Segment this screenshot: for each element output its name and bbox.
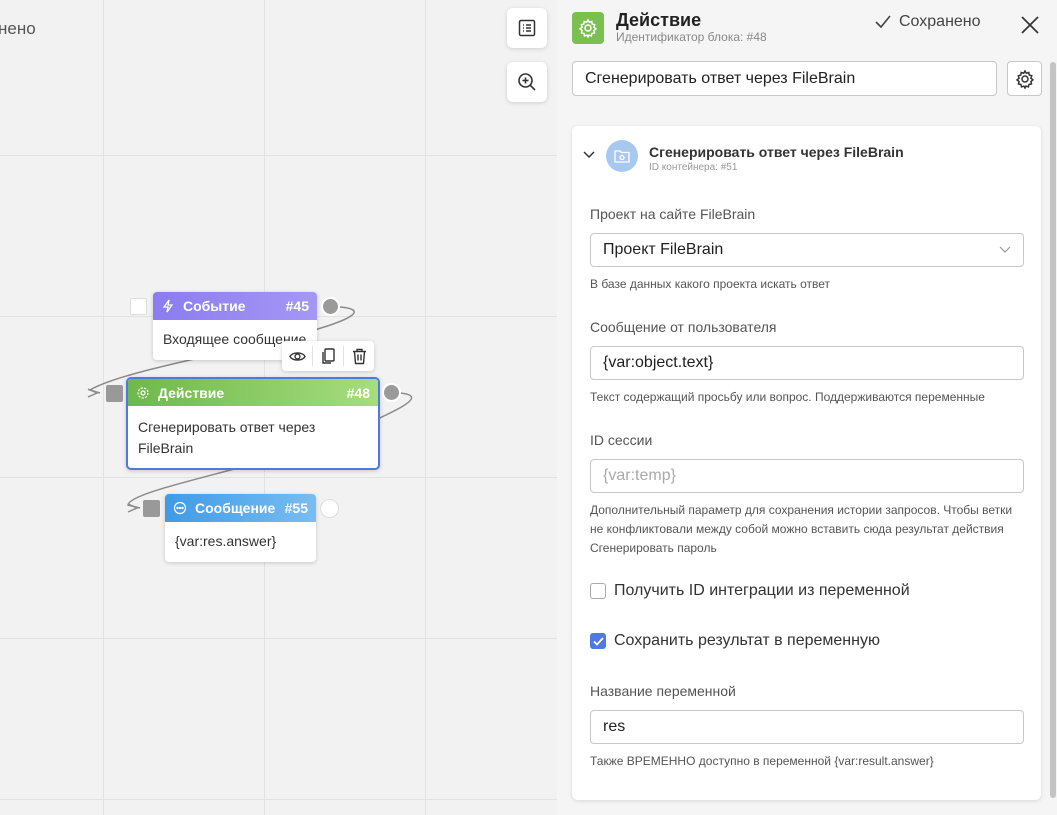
session-input[interactable]: {var:temp} — [590, 459, 1024, 493]
message-label: Сообщение от пользователя — [590, 319, 777, 335]
checkmark-icon — [875, 15, 891, 29]
integration-checkbox-row[interactable]: Получить ID интеграции из переменной — [590, 582, 910, 600]
checkmark-icon — [592, 636, 604, 646]
folder-camera-icon — [606, 140, 638, 172]
chat-bubble-icon — [173, 501, 187, 515]
gear-icon — [1015, 69, 1034, 89]
close-panel-button[interactable] — [1018, 13, 1042, 37]
session-hint: Дополнительный параметр для сохранения и… — [590, 503, 1013, 555]
event-output-port[interactable] — [321, 297, 340, 316]
message-input[interactable]: {var:object.text} — [590, 346, 1024, 380]
var-name-label: Название переменной — [590, 683, 736, 699]
block-settings-button[interactable] — [1007, 61, 1042, 96]
lightning-icon — [161, 299, 175, 313]
save-result-checkbox-row[interactable]: Сохранить результат в переменную — [590, 632, 880, 650]
copy-button[interactable] — [313, 341, 343, 371]
preview-button[interactable] — [282, 341, 312, 371]
session-label: ID сессии — [590, 432, 653, 448]
close-icon — [1021, 16, 1039, 34]
action-gear-icon — [572, 12, 604, 44]
project-label: Проект на сайте FileBrain — [590, 206, 756, 222]
event-node-header: Событие #45 — [153, 292, 317, 320]
project-select-value: Проект FileBrain — [603, 241, 724, 258]
action-node-title: Действие — [158, 384, 225, 401]
block-title-input[interactable]: Сгенерировать ответ через FileBrain — [572, 61, 997, 96]
message-node[interactable]: Сообщение #55 {var:res.answer} — [165, 494, 316, 562]
integration-checkbox-label: Получить ID интеграции из переменной — [614, 582, 910, 599]
event-node-title: Событие — [183, 298, 246, 314]
node-toolbar — [282, 341, 374, 371]
gear-icon — [136, 386, 150, 400]
chevron-down-icon — [999, 246, 1011, 254]
var-name-hint: Также ВРЕМЕННО доступно в переменной {va… — [590, 754, 934, 768]
message-node-id: #55 — [284, 500, 308, 516]
panel-title: Действие — [616, 10, 702, 30]
message-node-body: {var:res.answer} — [175, 533, 277, 549]
panel-scrollbar[interactable] — [1050, 62, 1056, 798]
container-id: ID контейнера: #51 — [649, 162, 738, 173]
message-output-port[interactable] — [320, 499, 339, 518]
delete-button[interactable] — [344, 341, 374, 371]
eye-icon — [288, 351, 306, 361]
integration-checkbox[interactable] — [590, 583, 606, 599]
trash-icon — [352, 348, 366, 364]
event-node-id: #45 — [285, 298, 309, 314]
var-name-input[interactable]: res — [590, 710, 1024, 744]
project-select[interactable]: Проект FileBrain — [590, 233, 1024, 267]
action-node-body: Сгенерировать ответ через FileBrain — [138, 419, 316, 456]
container-title: Сгенерировать ответ через FileBrain — [649, 144, 904, 160]
collapse-toggle[interactable] — [582, 148, 596, 162]
action-node[interactable]: Действие #48 Сгенерировать ответ через F… — [126, 377, 380, 470]
flow-canvas[interactable]: нено Событие #45 Входящее сообщение Дейс… — [0, 0, 557, 815]
message-node-header: Сообщение #55 — [165, 494, 316, 522]
saved-label: Сохранено — [899, 13, 981, 30]
chevron-down-icon — [583, 151, 595, 159]
save-result-checkbox[interactable] — [590, 633, 606, 649]
panel-subtitle: Идентификатор блока: #48 — [616, 30, 767, 44]
action-output-port[interactable] — [382, 383, 401, 402]
action-input-port[interactable] — [106, 385, 123, 402]
save-result-checkbox-label: Сохранить результат в переменную — [614, 632, 880, 649]
action-node-header: Действие #48 — [128, 379, 378, 406]
panel-header: Действие Идентификатор блока: #48 Сохран… — [572, 10, 1057, 50]
message-hint: Текст содержащий просьбу или вопрос. Под… — [590, 390, 985, 404]
copy-icon — [321, 347, 335, 364]
message-node-title: Сообщение — [195, 500, 276, 516]
project-hint: В базе данных какого проекта искать отве… — [590, 277, 831, 291]
container-card: Сгенерировать ответ через FileBrain ID к… — [572, 126, 1041, 800]
container-header[interactable]: Сгенерировать ответ через FileBrain ID к… — [572, 126, 1041, 188]
action-node-id: #48 — [346, 384, 370, 401]
block-settings-panel: Действие Идентификатор блока: #48 Сохран… — [557, 0, 1057, 815]
saved-status: Сохранено — [875, 13, 981, 31]
message-input-port[interactable] — [143, 500, 160, 517]
event-input-port[interactable] — [130, 298, 147, 315]
